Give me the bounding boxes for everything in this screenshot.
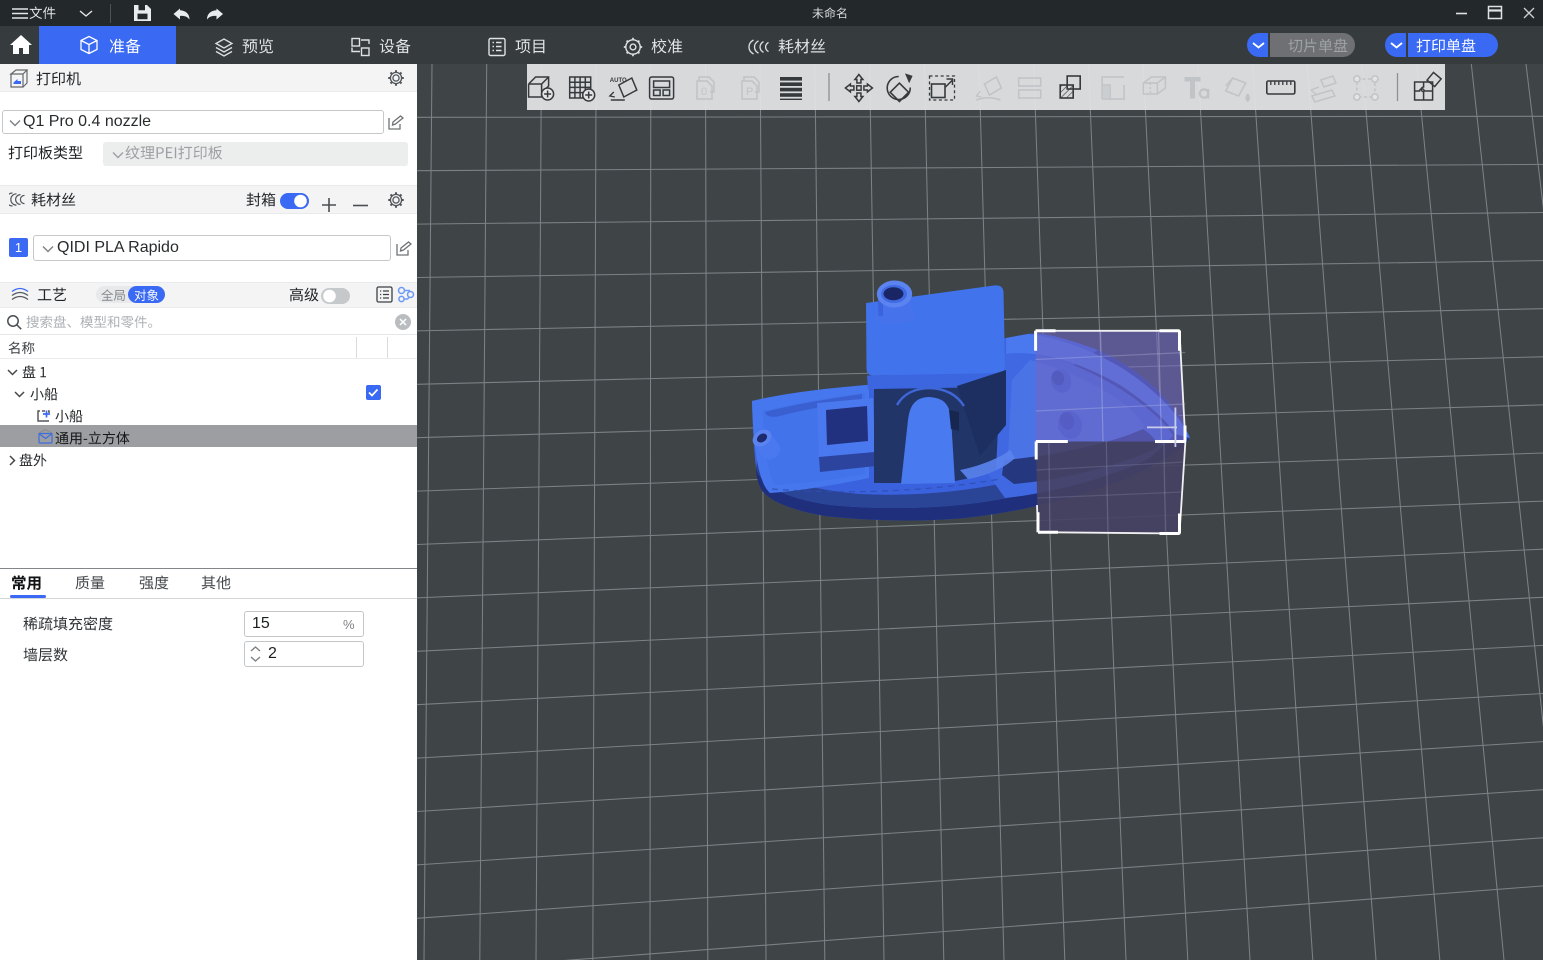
svg-text:P: P (746, 86, 753, 98)
svg-text:AUTO: AUTO (610, 78, 627, 84)
svg-text:0: 0 (701, 86, 707, 98)
